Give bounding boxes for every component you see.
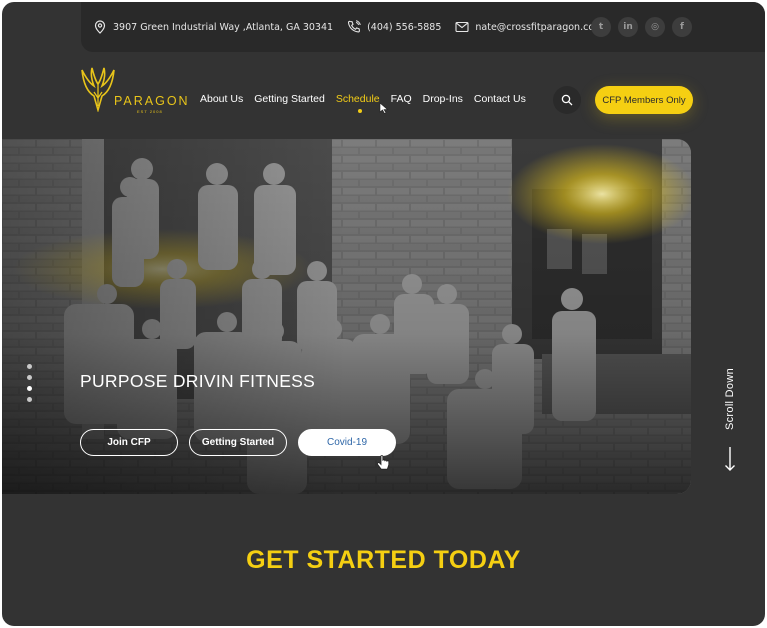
phone-info[interactable]: (404) 556-5885	[347, 20, 441, 34]
slide-indicators	[27, 364, 32, 402]
brand-name: PARAGON	[114, 94, 190, 108]
location-pin-icon	[94, 20, 106, 34]
phoenix-logo-icon	[81, 67, 115, 112]
mail-icon	[455, 21, 469, 33]
linkedin-icon[interactable]: in	[618, 17, 638, 37]
brand-tagline: EST 2008	[137, 109, 163, 114]
top-info-bar: 3907 Green Industrial Way ,Atlanta, GA 3…	[81, 2, 765, 52]
join-cfp-button[interactable]: Join CFP	[80, 429, 178, 456]
covid-19-button[interactable]: Covid-19	[298, 429, 396, 456]
page-frame: 3907 Green Industrial Way ,Atlanta, GA 3…	[2, 2, 765, 626]
search-icon	[561, 94, 573, 106]
instagram-icon[interactable]: ◎	[645, 17, 665, 37]
nav-item-getting-started[interactable]: Getting Started	[254, 93, 325, 105]
slide-dot-3-active[interactable]	[27, 386, 32, 391]
mouse-cursor-icon	[379, 102, 389, 114]
paragon-logo[interactable]: PARAGON EST 2008	[80, 66, 190, 114]
email-text: nate@crossfitparagon.com	[475, 21, 604, 33]
members-only-button[interactable]: CFP Members Only	[595, 86, 693, 114]
slide-dot-4[interactable]	[27, 397, 32, 402]
get-started-heading: GET STARTED TODAY	[246, 546, 521, 574]
address-text: 3907 Green Industrial Way ,Atlanta, GA 3…	[113, 21, 334, 33]
arrow-down-icon	[725, 447, 735, 471]
nav-item-about-us[interactable]: About Us	[200, 93, 243, 105]
twitter-icon[interactable]: t	[591, 17, 611, 37]
getting-started-button[interactable]: Getting Started	[189, 429, 287, 456]
nav-item-drop-ins[interactable]: Drop-Ins	[423, 93, 463, 105]
nav-item-contact-us[interactable]: Contact Us	[474, 93, 526, 105]
nav-item-faq[interactable]: FAQ	[391, 93, 412, 105]
search-button[interactable]	[553, 86, 581, 114]
phone-icon	[348, 20, 361, 33]
scroll-down-indicator[interactable]: Scroll Down	[715, 368, 745, 474]
main-nav: About Us Getting Started Schedule FAQ Dr…	[200, 93, 537, 113]
hero-banner: PURPOSE DRIVIN FITNESS Join CFP Getting …	[2, 139, 691, 494]
hero-title: PURPOSE DRIVIN FITNESS	[80, 371, 316, 391]
social-links: t in ◎ f	[591, 17, 692, 37]
active-indicator-dot	[357, 109, 362, 113]
address-info: 3907 Green Industrial Way ,Atlanta, GA 3…	[93, 20, 333, 34]
hand-cursor-icon	[377, 455, 390, 470]
nav-item-schedule[interactable]: Schedule	[335, 93, 380, 113]
nav-item-schedule-label: Schedule	[335, 93, 380, 105]
email-info[interactable]: nate@crossfitparagon.com	[455, 21, 603, 33]
scroll-down-label: Scroll Down	[724, 368, 736, 430]
facebook-icon[interactable]: f	[672, 17, 692, 37]
phone-text: (404) 556-5885	[367, 21, 442, 33]
slide-dot-2[interactable]	[27, 375, 32, 380]
slide-dot-1[interactable]	[27, 364, 32, 369]
